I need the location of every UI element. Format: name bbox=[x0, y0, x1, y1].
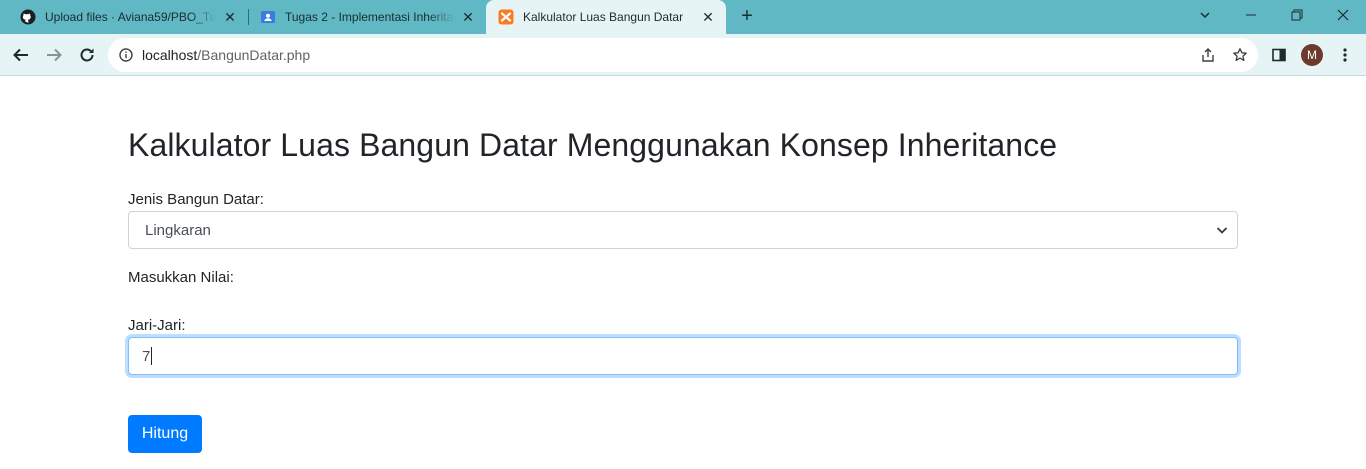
site-info-icon[interactable] bbox=[118, 47, 134, 63]
tab-title: Tugas 2 - Implementasi Inheritance bbox=[285, 10, 454, 24]
forward-icon[interactable] bbox=[39, 40, 69, 70]
tab-title: Upload files · Aviana59/PBO_Tugas bbox=[45, 10, 216, 24]
calculate-button[interactable]: Hitung bbox=[128, 415, 202, 453]
page-title: Kalkulator Luas Bangun Datar Menggunakan… bbox=[128, 127, 1058, 163]
radius-input[interactable]: 7 bbox=[128, 337, 1238, 375]
bookmark-star-icon[interactable] bbox=[1227, 42, 1253, 68]
url-path: /BangunDatar.php bbox=[197, 47, 311, 63]
new-tab-button[interactable]: + bbox=[735, 5, 759, 29]
values-label: Masukkan Nilai: bbox=[128, 269, 234, 286]
github-icon bbox=[20, 9, 36, 25]
close-window-icon[interactable] bbox=[1320, 0, 1366, 30]
text-cursor bbox=[151, 347, 153, 365]
close-icon[interactable]: ✕ bbox=[460, 9, 476, 25]
radius-input-value: 7 bbox=[142, 347, 151, 365]
profile-avatar[interactable]: M bbox=[1301, 44, 1323, 66]
minimize-icon[interactable] bbox=[1228, 0, 1274, 30]
shape-type-label: Jenis Bangun Datar: bbox=[128, 191, 264, 208]
classroom-icon bbox=[260, 9, 276, 25]
close-icon[interactable]: ✕ bbox=[222, 9, 238, 25]
restore-icon[interactable] bbox=[1274, 0, 1320, 30]
tab-kalkulator[interactable]: Kalkulator Luas Bangun Datar ✕ bbox=[486, 0, 726, 34]
radius-label: Jari-Jari: bbox=[128, 317, 186, 334]
address-bar[interactable]: localhost/BangunDatar.php bbox=[108, 38, 1258, 72]
tab-search-icon[interactable] bbox=[1182, 0, 1228, 30]
menu-icon[interactable] bbox=[1330, 40, 1360, 70]
tab-tugas-2[interactable]: Tugas 2 - Implementasi Inheritance ✕ bbox=[248, 0, 486, 34]
url-text: localhost/BangunDatar.php bbox=[142, 47, 310, 63]
shape-type-selected-value: Lingkaran bbox=[145, 221, 211, 239]
xampp-icon bbox=[498, 9, 514, 25]
side-panel-icon[interactable] bbox=[1264, 40, 1294, 70]
reload-icon[interactable] bbox=[72, 40, 102, 70]
share-icon[interactable] bbox=[1195, 42, 1221, 68]
shape-type-select[interactable]: Lingkaran bbox=[128, 211, 1238, 249]
tab-strip: Upload files · Aviana59/PBO_Tugas ✕ Tuga… bbox=[0, 0, 1366, 34]
chevron-down-icon bbox=[1216, 227, 1228, 234]
browser-toolbar: localhost/BangunDatar.php bbox=[0, 34, 1366, 76]
close-icon[interactable]: ✕ bbox=[700, 9, 716, 25]
tab-upload-files[interactable]: Upload files · Aviana59/PBO_Tugas ✕ bbox=[8, 0, 248, 34]
back-icon[interactable] bbox=[6, 40, 36, 70]
url-host: localhost bbox=[142, 47, 198, 63]
tab-title: Kalkulator Luas Bangun Datar bbox=[523, 10, 684, 24]
